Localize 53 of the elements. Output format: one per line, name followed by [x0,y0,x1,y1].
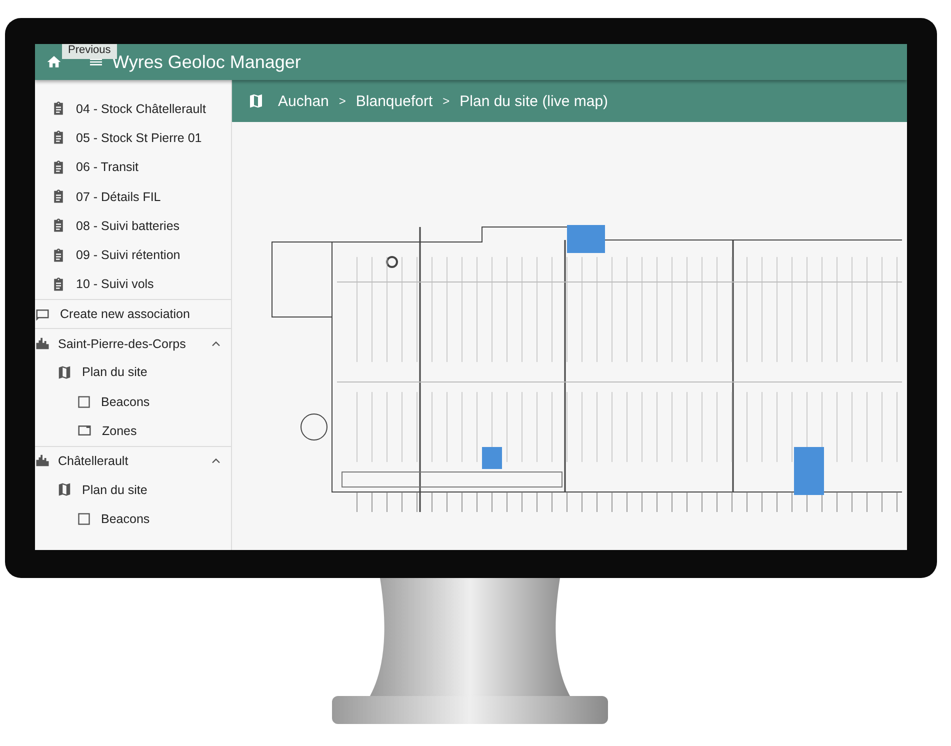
item-label: Zones [102,424,137,438]
sidebar-item[interactable]: Beacons [35,504,231,534]
sidebar-item[interactable]: Châtellerault [35,446,231,475]
home-icon[interactable] [46,54,62,70]
clipboard-icon [51,248,66,263]
breadcrumb-separator: > [442,94,450,108]
item-label: 06 - Transit [76,160,139,174]
item-label: Plan du site [82,365,148,380]
item-label: Plan du site [82,482,148,496]
clipboard-icon [51,101,66,116]
breadcrumb-link[interactable]: Blanquefort [356,92,433,110]
sidebar-item[interactable]: Beacons [35,386,231,416]
item-label: 07 - Détails FIL [76,190,161,204]
sidebar-item[interactable]: 05 - Stock St Pierre 01 [35,123,231,153]
map-icon [57,364,72,380]
item-label: Beacons [101,394,150,409]
map-icon [57,482,72,497]
sidebar-item[interactable]: 08 - Suivi batteries [35,211,231,240]
item-label: 04 - Stock Châtellerault [76,102,206,116]
breadcrumb-link[interactable]: Auchan [278,92,329,110]
map-icon [248,93,264,109]
sidebar-item[interactable]: 06 - Transit [35,152,231,182]
item-label: 09 - Suivi rétention [76,248,180,262]
sidebar-item[interactable]: 04 - Stock Châtellerault [35,94,231,124]
sidebar-item[interactable]: Saint-Pierre-des-Corps [35,328,231,358]
sidebar-item[interactable]: 09 - Suivi rétention [35,240,231,270]
item-label: Beacons [101,512,150,526]
item-label: 10 - Suivi vols [76,277,154,292]
buildings-icon [35,453,50,468]
clipboard-icon [51,218,66,234]
clipboard-icon [51,130,66,146]
sidebar-item[interactable]: Create new association [35,299,231,328]
clipboard-icon [51,160,66,175]
buildings-icon [35,336,50,352]
sidebar-item[interactable]: Plan du site [35,474,231,504]
item-label: Create new association [60,307,190,322]
sidebar-item[interactable]: Zones [35,416,231,446]
sidebar-item[interactable]: Plan du site [35,358,231,387]
item-label: 08 - Suivi batteries [76,218,180,233]
comment-icon [35,306,50,322]
square-icon [77,394,91,409]
sidebar-item[interactable]: 07 - Détails FIL [35,182,231,212]
sidebar-item[interactable]: 10 - Suivi vols [35,270,231,300]
item-label: Saint-Pierre-des-Corps [58,336,186,351]
item-label: 05 - Stock St Pierre 01 [76,130,202,145]
breadcrumb-separator: > [338,94,346,108]
breadcrumb-link[interactable]: Plan du site (live map) [460,92,608,110]
clipboard-icon [51,189,66,204]
clipboard-icon [51,276,66,292]
item-label: Châtellerault [58,454,128,468]
tooltip: Previous [62,44,117,59]
window-icon [77,423,92,438]
square-icon [77,512,91,526]
